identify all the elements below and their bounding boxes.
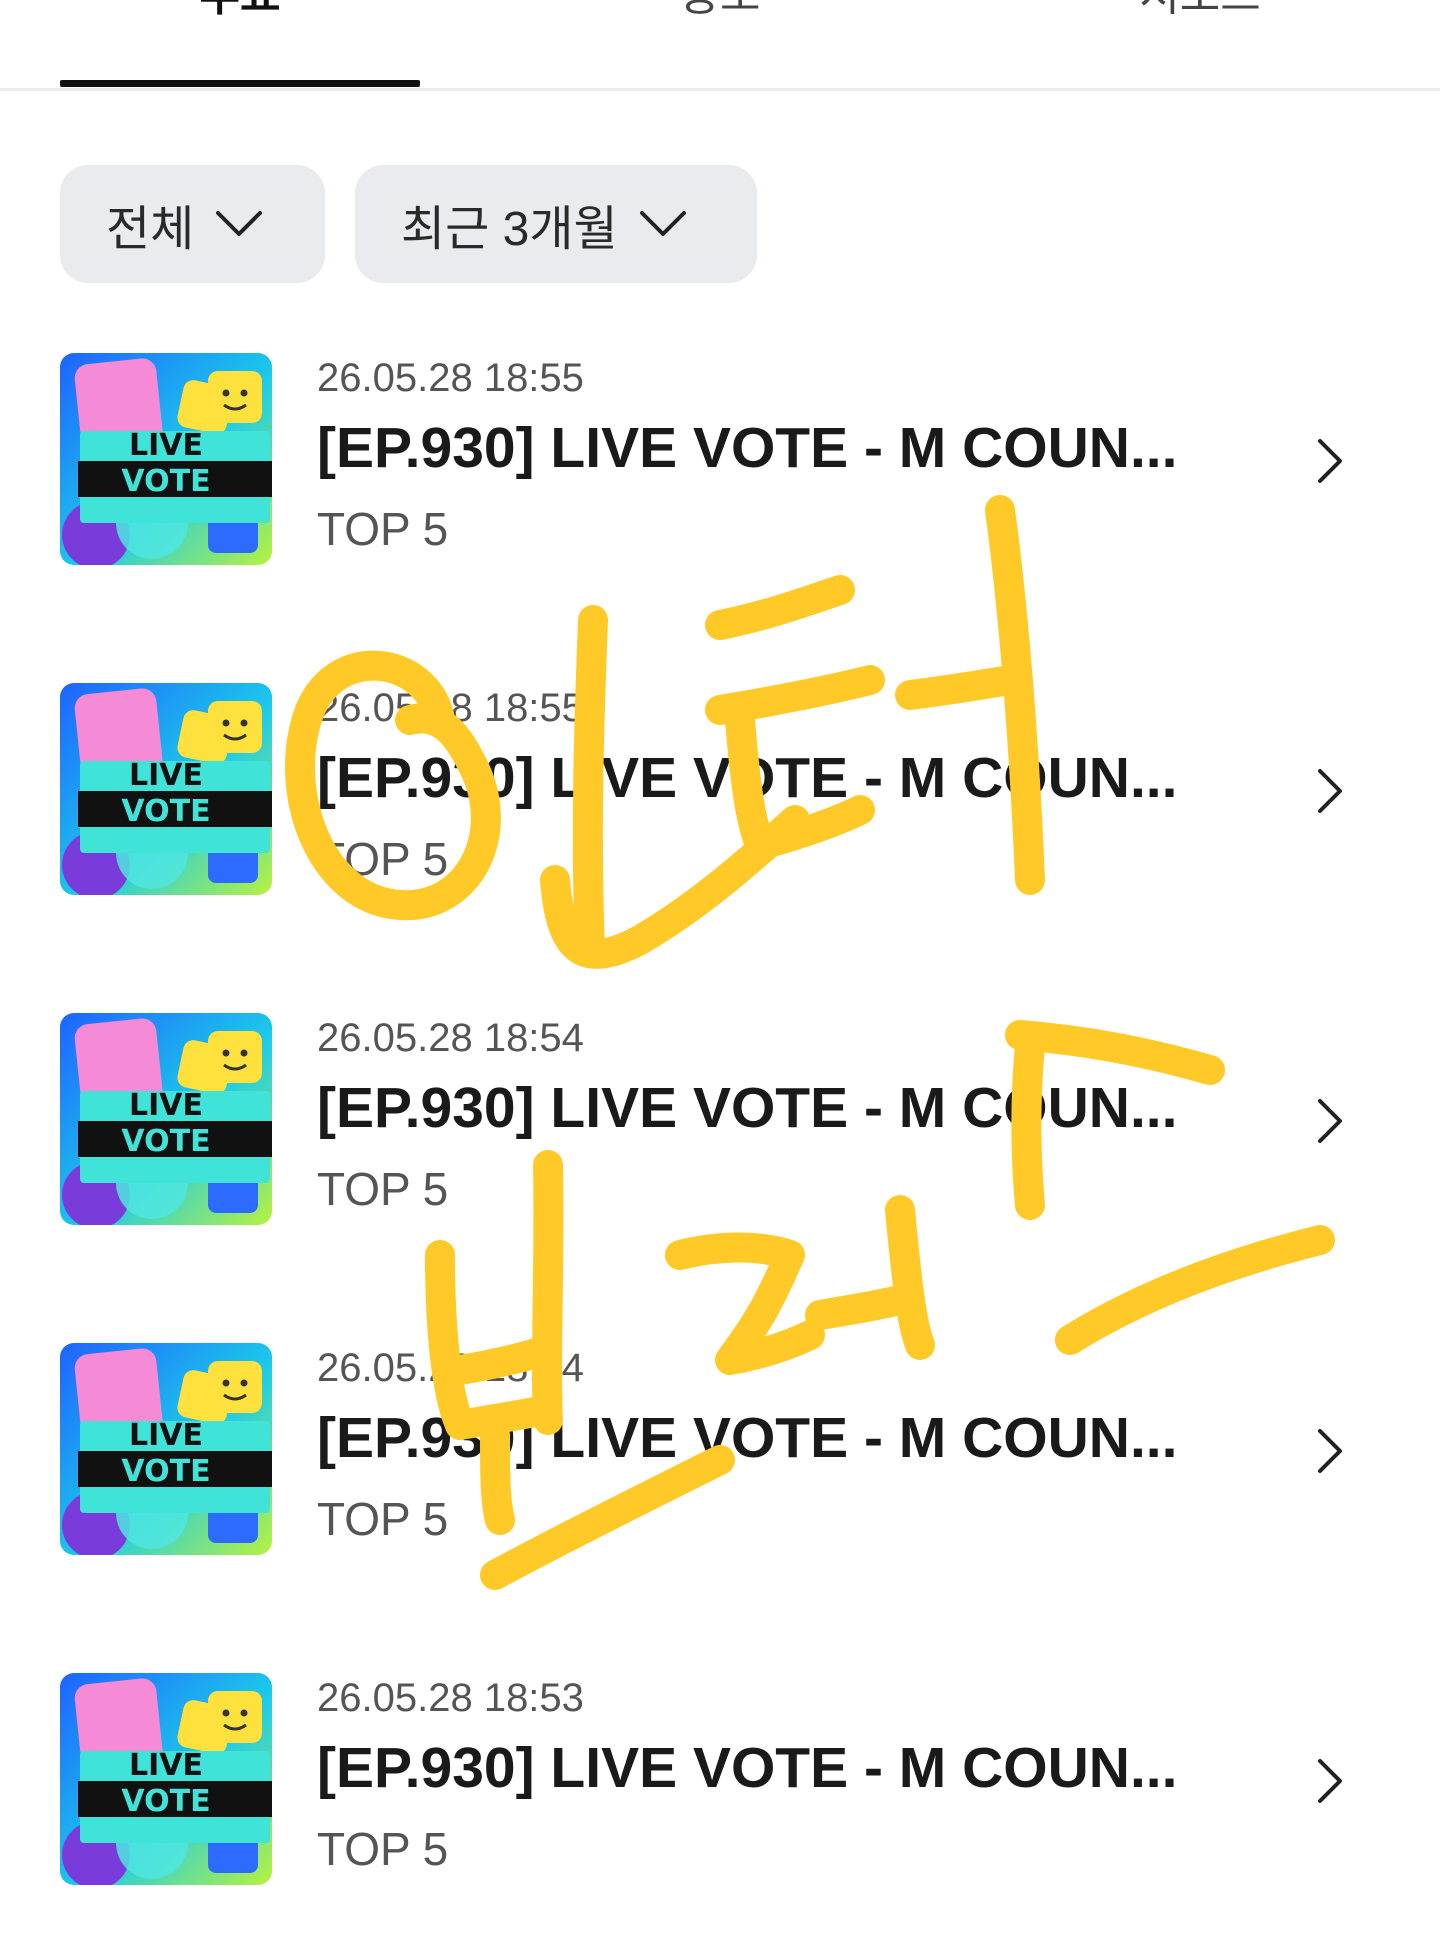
svg-text:LIVE: LIVE: [129, 758, 203, 793]
live-vote-thumbnail: LIVE VOTE: [60, 1013, 272, 1225]
vote-history-item[interactable]: LIVE VOTE 26.05.28 18:54 [EP.930] LIVE V…: [60, 1013, 1380, 1225]
item-subtitle: TOP 5: [317, 833, 449, 885]
item-title: [EP.930] LIVE VOTE - M COUN...: [317, 746, 1178, 810]
item-date: 26.05.28 18:54: [317, 1346, 584, 1390]
item-title: [EP.930] LIVE VOTE - M COUN...: [317, 1736, 1178, 1800]
item-date: 26.05.28 18:55: [317, 356, 584, 400]
chevron-right-icon: [1318, 439, 1342, 483]
active-tab-indicator: [60, 80, 420, 87]
vote-history-item[interactable]: LIVE VOTE 26.05.28 18:55 [EP.930] LIVE V…: [60, 683, 1380, 895]
tab-vote[interactable]: 투표: [60, 0, 420, 26]
chevron-right-icon: [1318, 1099, 1342, 1143]
svg-text:LIVE: LIVE: [129, 428, 203, 463]
tab-apply[interactable]: 응모: [540, 0, 900, 26]
svg-text:VOTE: VOTE: [121, 1784, 210, 1819]
chevron-right-icon: [1318, 1759, 1342, 1803]
svg-text:VOTE: VOTE: [121, 794, 210, 829]
category-filter-label: 전체: [106, 203, 195, 256]
item-title: [EP.930] LIVE VOTE - M COUN...: [317, 1076, 1178, 1140]
item-date: 26.05.28 18:53: [317, 1676, 584, 1720]
svg-text:LIVE: LIVE: [129, 1748, 203, 1783]
category-filter-dropdown[interactable]: 전체: [60, 165, 325, 283]
svg-text:VOTE: VOTE: [121, 1124, 210, 1159]
tab-support[interactable]: 서포트: [1020, 0, 1380, 26]
vote-history-item[interactable]: LIVE VOTE 26.05.28 18:53 [EP.930] LIVE V…: [60, 1673, 1380, 1885]
item-subtitle: TOP 5: [317, 1823, 449, 1875]
item-title: [EP.930] LIVE VOTE - M COUN...: [317, 416, 1178, 480]
live-vote-thumbnail: LIVE VOTE: [60, 1673, 272, 1885]
svg-text:LIVE: LIVE: [129, 1418, 203, 1453]
chevron-down-icon: [216, 211, 263, 236]
item-date: 26.05.28 18:55: [317, 686, 584, 730]
item-subtitle: TOP 5: [317, 503, 449, 555]
live-vote-thumbnail: LIVE VOTE: [60, 1343, 272, 1555]
item-subtitle: TOP 5: [317, 1163, 449, 1215]
period-filter-dropdown[interactable]: 최근 3개월: [355, 165, 757, 283]
live-vote-thumbnail: LIVE VOTE: [60, 353, 272, 565]
tab-bar: 투표 응모 서포트: [0, 0, 1440, 91]
svg-text:LIVE: LIVE: [129, 1088, 203, 1123]
live-vote-thumbnail: LIVE VOTE: [60, 683, 272, 895]
chevron-right-icon: [1318, 1429, 1342, 1473]
item-title: [EP.930] LIVE VOTE - M COUN...: [317, 1406, 1178, 1470]
item-subtitle: TOP 5: [317, 1493, 449, 1545]
vote-history-item[interactable]: LIVE VOTE 26.05.28 18:55 [EP.930] LIVE V…: [60, 353, 1380, 565]
item-date: 26.05.28 18:54: [317, 1016, 584, 1060]
chevron-down-icon: [639, 211, 686, 236]
chevron-right-icon: [1318, 769, 1342, 813]
svg-text:VOTE: VOTE: [121, 464, 210, 499]
svg-text:VOTE: VOTE: [121, 1454, 210, 1489]
vote-history-item[interactable]: LIVE VOTE 26.05.28 18:54 [EP.930] LIVE V…: [60, 1343, 1380, 1555]
handwritten-annotation: [285, 495, 1335, 1590]
period-filter-label: 최근 3개월: [401, 203, 618, 256]
